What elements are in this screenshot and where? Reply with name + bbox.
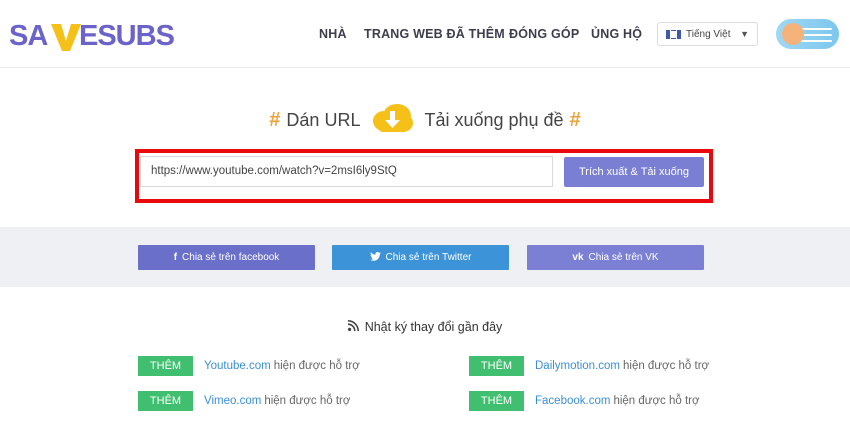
added-badge: THÊM [138,356,193,376]
rss-icon [347,320,359,334]
share-facebook-button[interactable]: f Chia sẻ trên facebook [138,245,315,270]
toggle-knob [782,23,804,45]
added-badge: THÊM [469,356,524,376]
hero-title: # Dán URL Tải xuống phụ đề # [0,103,850,138]
menu-lines-icon [800,28,832,46]
cloud-download-icon [370,103,414,138]
share-twitter-button[interactable]: Chia sẻ trên Twitter [332,245,509,270]
share-vk-label: Chia sẻ trên VK [588,252,659,263]
language-label: Tiếng Việt [686,28,731,40]
share-facebook-label: Chia sẻ trên facebook [182,252,280,263]
url-input[interactable]: https://www.youtube.com/watch?v=2msI6ly9… [140,156,553,187]
changelog-item: THÊM Facebook.com hiện được hỗ trợ [469,391,700,411]
extract-download-button[interactable]: Trích xuất & Tải xuống [564,157,704,187]
nav-contribute[interactable]: ĐÓNG GÓP [509,27,579,41]
site-link[interactable]: Vimeo.com [204,395,261,407]
facebook-icon: f [173,252,178,263]
theme-toggle[interactable] [776,19,839,49]
changelog-text: hiện được hỗ trợ [623,360,710,372]
nav-support[interactable]: ỦNG HỘ [591,27,642,41]
download-subtitle-label: Tải xuống phụ đề [424,110,564,130]
twitter-icon [369,251,381,264]
site-link[interactable]: Facebook.com [535,395,610,407]
changelog-title: Nhật ký thay đổi gần đây [0,320,850,334]
share-twitter-label: Chia sẻ trên Twitter [385,252,472,263]
flag-icon [666,29,681,39]
savesubs-logo[interactable]: SA ESUBS [9,17,174,53]
added-badge: THÊM [138,391,193,411]
share-vk-button[interactable]: vk Chia sẻ trên VK [527,245,704,270]
vk-icon: vk [572,252,584,263]
language-select[interactable]: Tiếng Việt ▼ [657,22,758,46]
site-header: SA ESUBS NHÀ TRANG WEB ĐÃ THÊM ĐÓNG GÓP … [0,0,850,68]
added-badge: THÊM [469,391,524,411]
site-link[interactable]: Youtube.com [204,360,271,372]
changelog-item: THÊM Youtube.com hiện được hỗ trợ [138,356,360,376]
svg-text:ESUBS: ESUBS [79,20,174,52]
changelog-item: THÊM Dailymotion.com hiện được hỗ trợ [469,356,709,376]
hash-right: # [569,109,581,131]
changelog-item: THÊM Vimeo.com hiện được hỗ trợ [138,391,350,411]
site-link[interactable]: Dailymotion.com [535,360,620,372]
changelog-title-text: Nhật ký thay đổi gần đây [364,320,503,334]
changelog-text: hiện được hỗ trợ [613,395,700,407]
nav-home[interactable]: NHÀ [319,27,347,41]
changelog-text: hiện được hỗ trợ [264,395,351,407]
svg-text:SA: SA [9,20,48,52]
nav-added-sites[interactable]: TRANG WEB ĐÃ THÊM [364,27,505,41]
changelog-text: hiện được hỗ trợ [273,360,360,372]
chevron-down-icon: ▼ [740,29,749,39]
hash-left: # [269,109,281,131]
paste-url-label: Dán URL [286,110,361,130]
